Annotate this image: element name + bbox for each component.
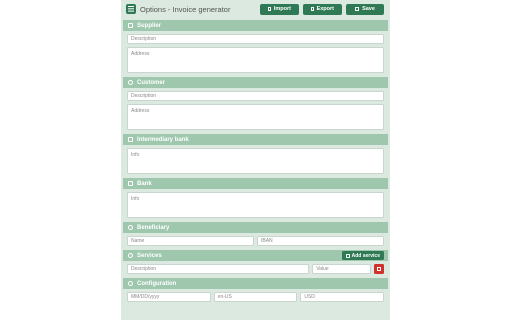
customer-header: Customer (123, 77, 388, 88)
trash-icon (377, 266, 381, 272)
customer-title: Customer (137, 79, 166, 86)
date-format-input[interactable] (127, 292, 211, 302)
services-body (123, 261, 388, 276)
supplier-address-input[interactable] (127, 47, 384, 73)
toolbar: Import Export Save (260, 3, 384, 15)
customer-section: Customer (123, 77, 388, 132)
configuration-header: Configuration (123, 278, 388, 289)
import-label: Import (273, 6, 291, 12)
services-header-left: Services (128, 253, 162, 259)
service-description-input[interactable] (127, 264, 310, 274)
locale-input[interactable] (213, 292, 298, 302)
intermediary-bank-header: Intermediary bank (123, 134, 388, 145)
services-header: Services Add service (123, 250, 388, 261)
configuration-row (127, 292, 385, 302)
beneficiary-name-input[interactable] (127, 236, 254, 246)
info-icon (128, 80, 133, 85)
configuration-title: Configuration (137, 280, 177, 287)
bank-section: Bank (123, 178, 388, 220)
bank-body (123, 189, 388, 220)
gear-icon (128, 281, 133, 286)
building-icon (128, 23, 133, 28)
import-button[interactable]: Import (260, 3, 299, 15)
intermediary-bank-info-input[interactable] (127, 148, 384, 174)
intermediary-bank-body (123, 145, 388, 176)
app-header: Options - Invoice generator Import Expor… (123, 0, 388, 18)
export-icon (311, 7, 314, 11)
beneficiary-section: Beneficiary (123, 222, 388, 248)
customer-body (123, 88, 388, 132)
bank-info-input[interactable] (127, 192, 384, 218)
supplier-title: Supplier (137, 22, 162, 29)
user-icon (128, 225, 133, 230)
export-button[interactable]: Export (303, 3, 342, 15)
beneficiary-body (123, 233, 388, 248)
invoice-logo-icon (126, 4, 136, 14)
add-service-button[interactable]: Add service (341, 251, 384, 260)
service-value-input[interactable] (312, 264, 371, 274)
page-title: Options - Invoice generator (140, 4, 231, 14)
supplier-section: Supplier (123, 20, 388, 75)
service-row (127, 264, 384, 274)
bank-header: Bank (123, 178, 388, 189)
bank-title: Bank (137, 180, 152, 187)
beneficiary-iban-input[interactable] (257, 236, 384, 246)
save-button[interactable]: Save (346, 3, 384, 15)
delete-service-button[interactable] (374, 264, 384, 274)
beneficiary-title: Beneficiary (137, 224, 170, 231)
intermediary-bank-section: Intermediary bank (123, 134, 388, 176)
export-label: Export (316, 6, 334, 12)
supplier-body (123, 31, 388, 75)
bank-icon (128, 181, 133, 186)
save-icon (355, 7, 360, 11)
add-service-label: Add service (351, 252, 380, 259)
customer-description-input[interactable] (127, 91, 384, 101)
services-section: Services Add service (123, 250, 388, 276)
currency-input[interactable] (300, 292, 385, 302)
services-title: Services (137, 252, 162, 259)
beneficiary-row (127, 236, 384, 246)
supplier-header: Supplier (123, 20, 388, 31)
customer-address-input[interactable] (127, 104, 384, 130)
configuration-body (123, 289, 388, 304)
check-circle-icon (128, 253, 133, 258)
options-panel: Options - Invoice generator Import Expor… (121, 0, 390, 320)
import-icon (268, 7, 271, 11)
add-icon (345, 253, 350, 258)
bank-icon (128, 137, 133, 142)
brand: Options - Invoice generator (126, 4, 230, 14)
configuration-section: Configuration (123, 278, 388, 304)
supplier-description-input[interactable] (127, 34, 384, 44)
intermediary-bank-title: Intermediary bank (137, 136, 189, 143)
beneficiary-header: Beneficiary (123, 222, 388, 233)
save-label: Save (362, 6, 375, 12)
